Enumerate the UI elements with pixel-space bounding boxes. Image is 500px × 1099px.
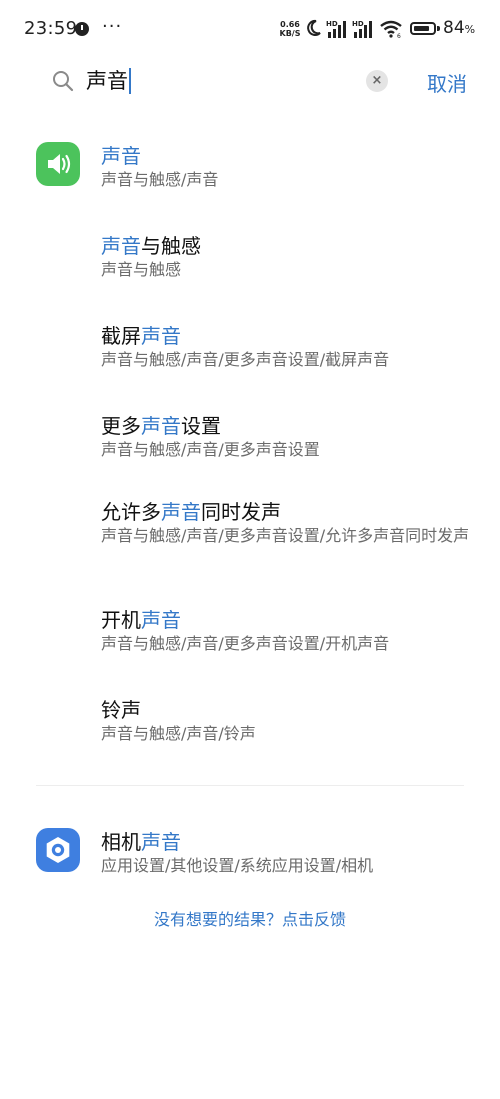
text-caret: [129, 68, 131, 94]
result-title: 允许多声音同时发声: [101, 500, 281, 524]
do-not-disturb-moon-icon: [307, 19, 321, 36]
app-result-item[interactable]: 相机声音 应用设置/其他设置/系统应用设置/相机: [0, 816, 500, 890]
result-title: 截屏声音: [101, 324, 181, 348]
search-query-text: 声音: [86, 69, 128, 93]
result-item[interactable]: 截屏声音 声音与触感/声音/更多声音设置/截屏声音: [0, 310, 500, 384]
section-divider: [36, 785, 464, 786]
battery-icon: [410, 22, 436, 35]
alarm-clock-icon: [75, 22, 89, 36]
result-item[interactable]: 声音与触感 声音与触感: [0, 220, 500, 294]
signal-1-hd-label: HD: [326, 20, 338, 28]
result-path: 声音与触感/声音/更多声音设置: [101, 440, 320, 459]
network-speed-unit: KB/S: [279, 29, 301, 38]
result-title: 相机声音: [101, 830, 181, 854]
result-path: 应用设置/其他设置/系统应用设置/相机: [101, 856, 374, 875]
result-title: 声音与触感: [101, 234, 201, 258]
feedback-link[interactable]: 没有想要的结果？点击反馈: [0, 906, 500, 930]
signal-2-hd-label: HD: [352, 20, 364, 28]
battery-level-fill: [414, 26, 430, 31]
result-path: 声音与触感/声音/更多声音设置/开机声音: [101, 634, 390, 653]
result-item[interactable]: 铃声 声音与触感/声音/铃声: [0, 684, 500, 758]
more-notifications-icon: ···: [102, 16, 123, 37]
result-path: 声音与触感/声音: [101, 170, 219, 189]
result-path: 声音与触感/声音/更多声音设置/截屏声音: [101, 350, 390, 369]
result-item[interactable]: 更多声音设置 声音与触感/声音/更多声音设置: [0, 400, 500, 474]
result-path: 声音与触感/声音/铃声: [101, 724, 256, 743]
camera-app-icon: [36, 828, 80, 872]
battery-tip: [437, 26, 440, 31]
status-bar: 23:59 ··· 0.66 KB/S HD HD 6 84%: [0, 0, 500, 60]
battery-unit: %: [464, 23, 476, 36]
search-bar: 声音 × 取消: [0, 56, 500, 108]
search-icon: [53, 71, 74, 92]
cellular-signal-2-icon: HD: [352, 20, 372, 38]
status-time: 23:59: [24, 18, 78, 39]
result-path: 声音与触感/声音/更多声音设置/允许多声音同时发声: [101, 526, 470, 545]
svg-text:6: 6: [397, 33, 401, 38]
network-speed-value: 0.66: [280, 20, 300, 29]
result-item[interactable]: 开机声音 声音与触感/声音/更多声音设置/开机声音: [0, 594, 500, 668]
result-title: 声音: [101, 144, 141, 168]
result-title: 开机声音: [101, 608, 181, 632]
result-title: 铃声: [101, 698, 141, 722]
cancel-button[interactable]: 取消: [427, 68, 467, 97]
cellular-signal-1-icon: HD: [326, 20, 346, 38]
result-path: 声音与触感: [101, 260, 182, 279]
clear-icon: ×: [371, 73, 383, 88]
battery-value: 84: [443, 18, 465, 38]
network-speed: 0.66 KB/S: [278, 20, 302, 38]
search-input[interactable]: 声音: [86, 67, 131, 95]
result-title: 更多声音设置: [101, 414, 221, 438]
speaker-icon: [36, 142, 80, 186]
result-item[interactable]: 允许多声音同时发声 声音与触感/声音/更多声音设置/允许多声音同时发声: [0, 486, 500, 586]
clear-search-button[interactable]: ×: [366, 70, 388, 92]
battery-percentage: 84%: [443, 18, 475, 38]
result-item[interactable]: 声音 声音与触感/声音: [0, 130, 500, 204]
wifi-icon: 6: [380, 20, 402, 38]
